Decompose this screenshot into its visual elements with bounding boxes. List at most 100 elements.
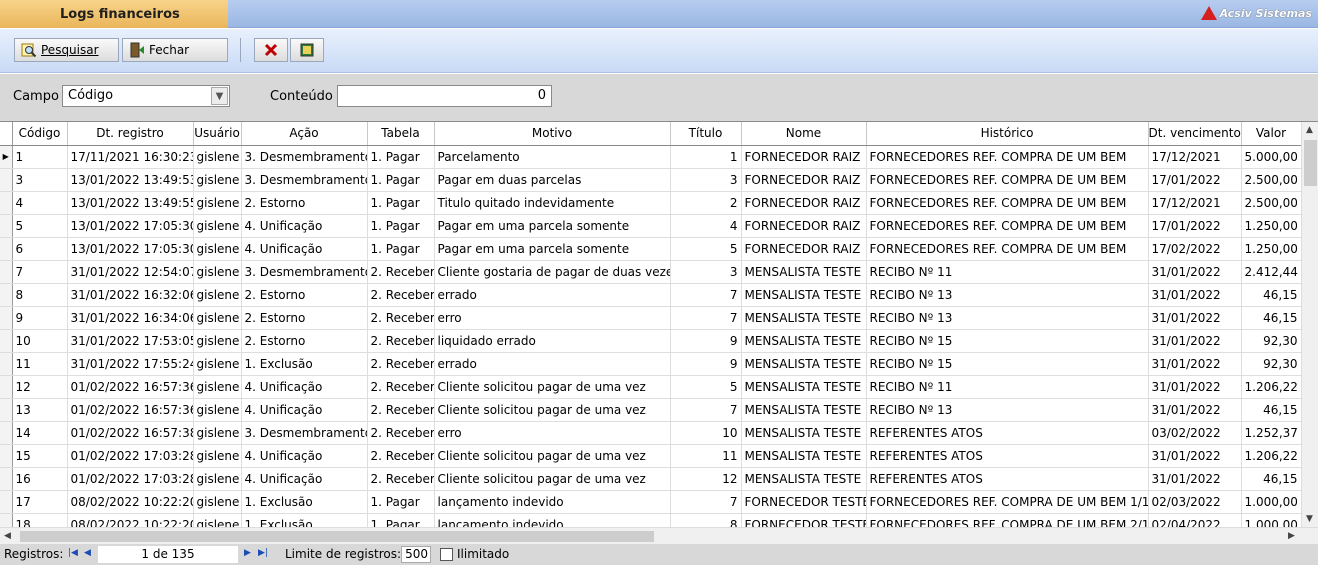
table-row[interactable]: 4 13/01/2022 13:49:55 gislene 2. Estorno 1. … bbox=[0, 191, 1302, 215]
last-page-icon[interactable]: ▶| bbox=[258, 548, 268, 558]
table-cell[interactable]: 31/01/2022 bbox=[1148, 329, 1242, 353]
table-cell[interactable]: 31/01/2022 16:34:06 bbox=[67, 306, 194, 330]
table-cell[interactable]: 12 bbox=[12, 375, 68, 399]
table-cell[interactable]: 2. Receber bbox=[367, 375, 435, 399]
search-button[interactable]: Pesquisar bbox=[14, 38, 119, 62]
row-indicator[interactable] bbox=[0, 329, 13, 353]
column-header[interactable]: Código bbox=[12, 122, 68, 146]
table-cell[interactable]: 3 bbox=[12, 168, 68, 192]
table-cell[interactable]: Cliente gostaria de pagar de duas vezes bbox=[434, 260, 671, 284]
table-cell[interactable]: gislene bbox=[193, 398, 242, 422]
table-row[interactable]: 14 01/02/2022 16:57:38 gislene 3. Desmembra… bbox=[0, 421, 1302, 445]
table-cell[interactable]: MENSALISTA TESTE bbox=[741, 306, 867, 330]
table-cell[interactable]: MENSALISTA TESTE bbox=[741, 352, 867, 376]
table-cell[interactable]: gislene bbox=[193, 283, 242, 307]
table-cell[interactable]: 1.250,00 bbox=[1241, 237, 1302, 261]
table-cell[interactable]: erro bbox=[434, 421, 671, 445]
table-cell[interactable]: 01/02/2022 17:03:28 bbox=[67, 467, 194, 491]
table-cell[interactable]: 18 bbox=[12, 513, 68, 527]
table-cell[interactable]: erro bbox=[434, 306, 671, 330]
table-cell[interactable]: 1.206,22 bbox=[1241, 444, 1302, 468]
table-cell[interactable]: FORNECEDOR RAIZ bbox=[741, 168, 867, 192]
table-cell[interactable]: 4. Unificação bbox=[241, 467, 368, 491]
column-header[interactable]: Nome bbox=[741, 122, 867, 146]
table-cell[interactable]: FORNECEDOR RAIZ bbox=[741, 214, 867, 238]
row-indicator[interactable]: ▶ bbox=[0, 145, 13, 169]
table-cell[interactable]: 08/02/2022 10:22:20 bbox=[67, 490, 194, 514]
table-cell[interactable]: 2. Estorno bbox=[241, 191, 368, 215]
table-cell[interactable]: 7 bbox=[12, 260, 68, 284]
table-cell[interactable]: 10 bbox=[12, 329, 68, 353]
row-indicator[interactable] bbox=[0, 283, 13, 307]
table-cell[interactable]: 17/01/2022 bbox=[1148, 168, 1242, 192]
table-cell[interactable]: 2. Receber bbox=[367, 260, 435, 284]
table-cell[interactable]: FORNECEDOR RAIZ bbox=[741, 145, 867, 169]
row-indicator[interactable] bbox=[0, 191, 13, 215]
table-cell[interactable]: MENSALISTA TESTE bbox=[741, 283, 867, 307]
campo-select[interactable]: Código ▼ bbox=[62, 85, 230, 107]
table-cell[interactable]: 46,15 bbox=[1241, 306, 1302, 330]
row-indicator[interactable] bbox=[0, 421, 13, 445]
table-cell[interactable]: 5.000,00 bbox=[1241, 145, 1302, 169]
table-cell[interactable]: 1. Pagar bbox=[367, 145, 435, 169]
table-cell[interactable]: 31/01/2022 17:53:05 bbox=[67, 329, 194, 353]
table-cell[interactable]: 3. Desmembramento bbox=[241, 260, 368, 284]
column-header[interactable]: Valor bbox=[1241, 122, 1302, 146]
table-row[interactable]: 3 13/01/2022 13:49:53 gislene 3. Desmembram… bbox=[0, 168, 1302, 192]
table-cell[interactable]: 2 bbox=[670, 191, 742, 215]
table-cell[interactable]: 31/01/2022 12:54:07 bbox=[67, 260, 194, 284]
table-cell[interactable]: 11 bbox=[12, 352, 68, 376]
table-cell[interactable]: 1.000,00 bbox=[1241, 490, 1302, 514]
table-cell[interactable]: 13/01/2022 13:49:55 bbox=[67, 191, 194, 215]
table-cell[interactable]: RECIBO Nº 11 bbox=[866, 260, 1149, 284]
table-cell[interactable]: 4. Unificação bbox=[241, 444, 368, 468]
table-cell[interactable]: 1. Exclusão bbox=[241, 490, 368, 514]
next-page-icon[interactable]: ▶ bbox=[244, 548, 251, 558]
table-cell[interactable]: FORNECEDOR TESTE bbox=[741, 490, 867, 514]
row-indicator[interactable] bbox=[0, 398, 13, 422]
column-header[interactable]: Título bbox=[670, 122, 742, 146]
table-cell[interactable]: gislene bbox=[193, 260, 242, 284]
table-cell[interactable]: 9 bbox=[12, 306, 68, 330]
table-cell[interactable]: gislene bbox=[193, 329, 242, 353]
column-header[interactable]: Tabela bbox=[367, 122, 435, 146]
table-cell[interactable]: 3. Desmembramento bbox=[241, 421, 368, 445]
table-cell[interactable]: 2. Receber bbox=[367, 306, 435, 330]
table-cell[interactable]: gislene bbox=[193, 214, 242, 238]
column-header[interactable]: Motivo bbox=[434, 122, 671, 146]
table-cell[interactable]: 3 bbox=[670, 168, 742, 192]
table-cell[interactable]: 5 bbox=[12, 214, 68, 238]
table-cell[interactable]: Cliente solicitou pagar de uma vez bbox=[434, 398, 671, 422]
table-row[interactable]: 11 31/01/2022 17:55:24 gislene 1. Exclusão 2… bbox=[0, 352, 1302, 376]
table-cell[interactable]: 17/02/2022 bbox=[1148, 237, 1242, 261]
table-cell[interactable]: FORNECEDORES REF. COMPRA DE UM BEM 1/12 bbox=[866, 490, 1149, 514]
table-cell[interactable]: 3. Desmembramento bbox=[241, 168, 368, 192]
table-row[interactable]: 13 01/02/2022 16:57:36 gislene 4. Unificaçã… bbox=[0, 398, 1302, 422]
table-cell[interactable]: 9 bbox=[670, 329, 742, 353]
chevron-down-icon[interactable]: ▼ bbox=[211, 87, 228, 105]
table-cell[interactable]: FORNECEDORES REF. COMPRA DE UM BEM 2/12 bbox=[866, 513, 1149, 527]
row-indicator[interactable] bbox=[0, 237, 13, 261]
column-header[interactable]: Usuário bbox=[193, 122, 242, 146]
table-cell[interactable]: 13/01/2022 13:49:53 bbox=[67, 168, 194, 192]
table-cell[interactable]: FORNECEDORES REF. COMPRA DE UM BEM bbox=[866, 168, 1149, 192]
table-cell[interactable]: 2. Receber bbox=[367, 398, 435, 422]
table-cell[interactable]: 1.250,00 bbox=[1241, 214, 1302, 238]
table-cell[interactable]: REFERENTES ATOS bbox=[866, 444, 1149, 468]
table-cell[interactable]: 31/01/2022 bbox=[1148, 375, 1242, 399]
table-row[interactable]: ▶ 1 17/11/2021 16:30:23 gislene 3. Desmembra… bbox=[0, 145, 1302, 169]
table-cell[interactable]: 31/01/2022 bbox=[1148, 260, 1242, 284]
row-indicator[interactable] bbox=[0, 352, 13, 376]
table-cell[interactable]: MENSALISTA TESTE bbox=[741, 398, 867, 422]
table-cell[interactable]: gislene bbox=[193, 490, 242, 514]
table-cell[interactable]: 6 bbox=[12, 237, 68, 261]
table-cell[interactable]: 8 bbox=[12, 283, 68, 307]
table-row[interactable]: 17 08/02/2022 10:22:20 gislene 1. Exclusão 1… bbox=[0, 490, 1302, 514]
table-cell[interactable]: 4 bbox=[670, 214, 742, 238]
table-cell[interactable]: gislene bbox=[193, 306, 242, 330]
table-cell[interactable]: 01/02/2022 16:57:36 bbox=[67, 398, 194, 422]
row-indicator[interactable] bbox=[0, 467, 13, 491]
table-row[interactable]: 7 31/01/2022 12:54:07 gislene 3. Desmembram… bbox=[0, 260, 1302, 284]
export-button[interactable] bbox=[290, 38, 324, 62]
table-cell[interactable]: 31/01/2022 bbox=[1148, 398, 1242, 422]
